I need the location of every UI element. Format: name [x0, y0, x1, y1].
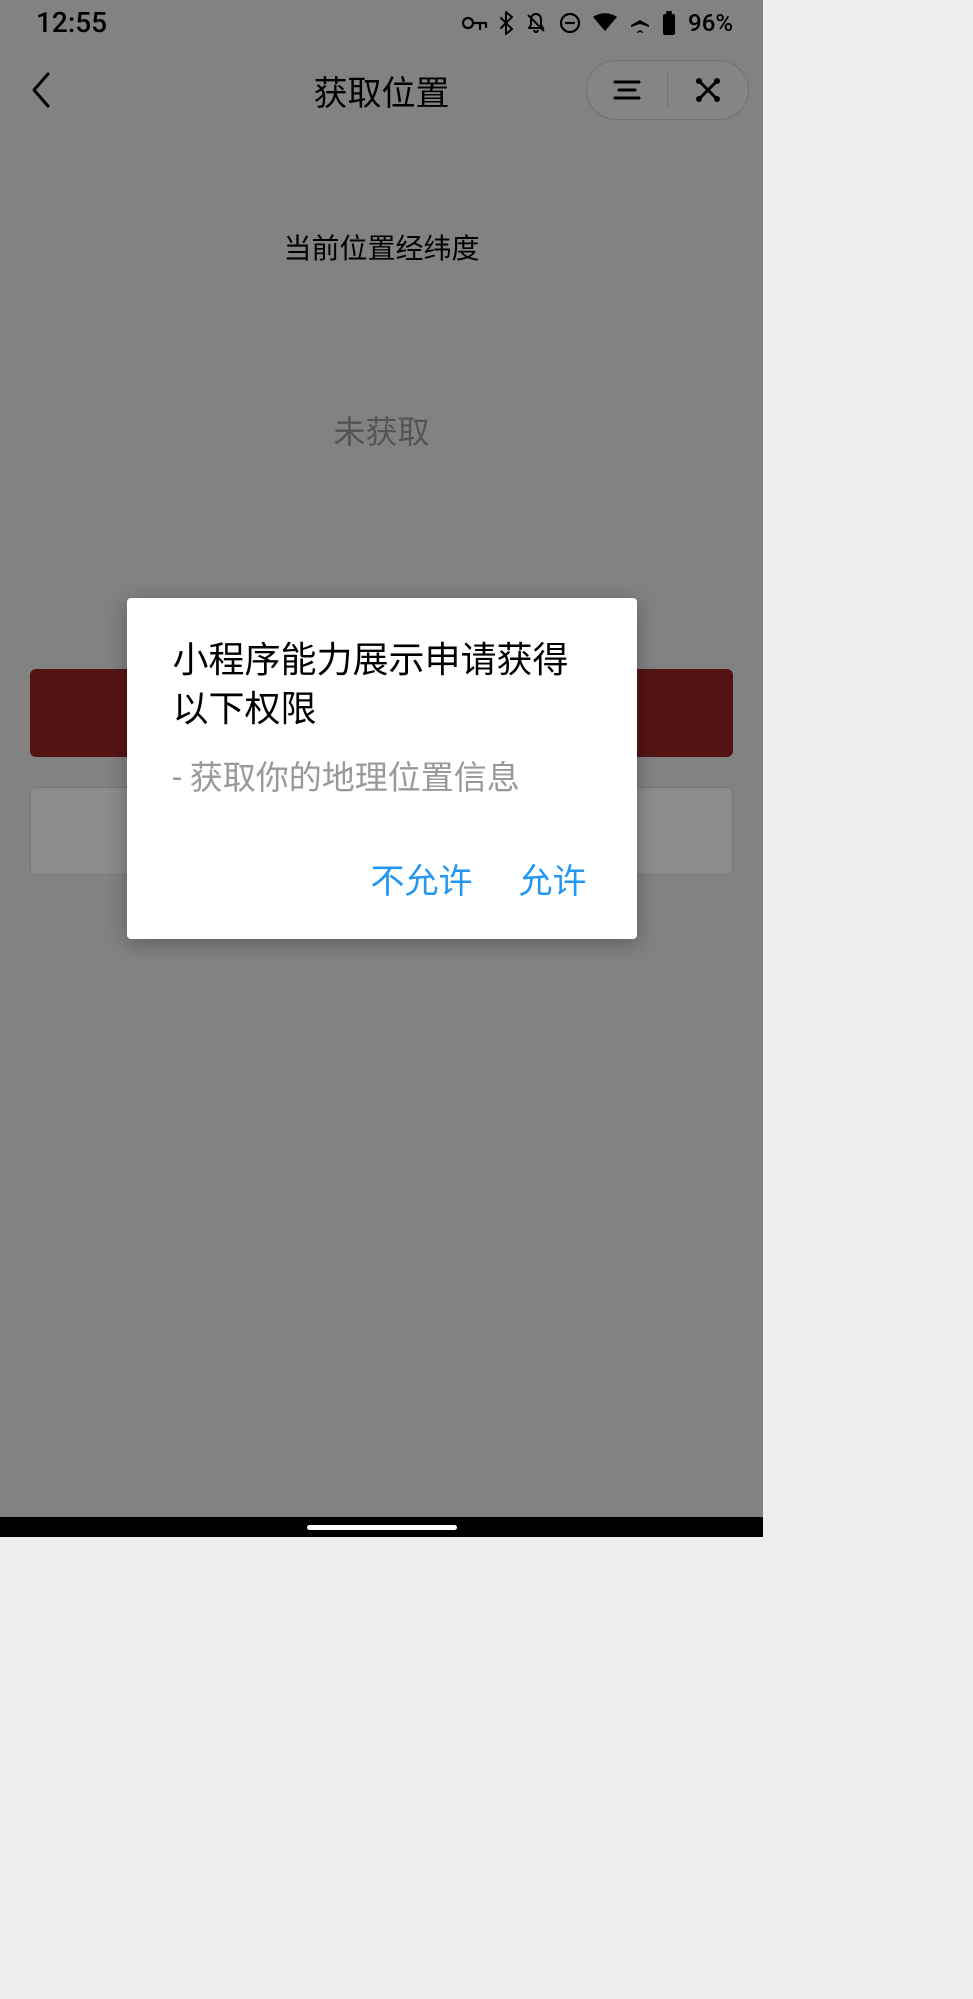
permission-dialog: 小程序能力展示申请获得以下权限 - 获取你的地理位置信息 不允许 允许	[127, 598, 637, 938]
allow-button[interactable]: 允许	[515, 846, 591, 911]
modal-overlay[interactable]: 小程序能力展示申请获得以下权限 - 获取你的地理位置信息 不允许 允许	[0, 0, 763, 1537]
dialog-message: - 获取你的地理位置信息	[173, 756, 591, 802]
home-indicator[interactable]	[307, 1525, 457, 1530]
dialog-actions: 不允许 允许	[173, 846, 591, 911]
dialog-title: 小程序能力展示申请获得以下权限	[173, 636, 591, 733]
deny-button[interactable]: 不允许	[367, 846, 477, 911]
system-nav-bar	[0, 1517, 763, 1537]
